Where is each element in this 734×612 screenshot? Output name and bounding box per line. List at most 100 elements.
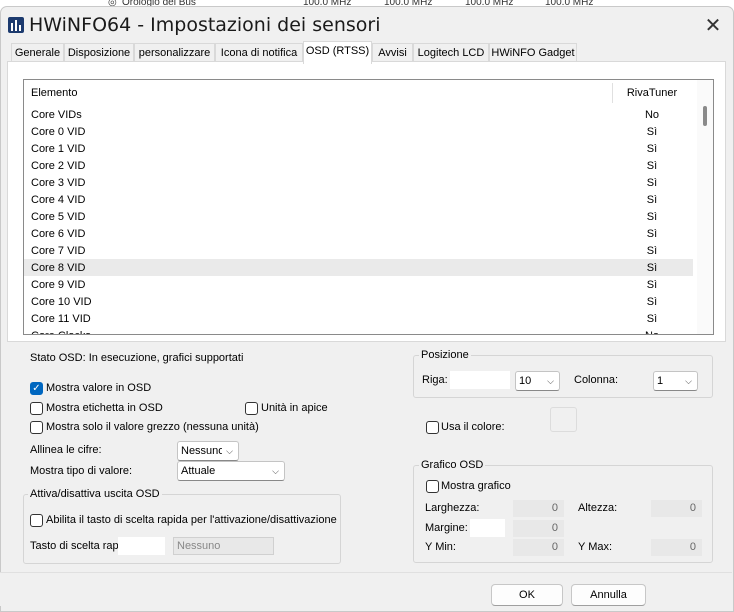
list-item-rivatuner-value[interactable]: Sì [612,313,692,325]
list-item[interactable]: Core 0 VID Sì [24,123,693,140]
list-item[interactable]: Core 3 VID Sì [24,174,693,191]
margin-label-field [470,519,505,537]
column-select[interactable]: 1 ⌵ [653,371,698,391]
list-item[interactable]: Core VIDs No [24,106,693,123]
list-item-name: Core 10 VID [31,296,92,308]
show-label-checkbox[interactable] [30,402,43,415]
position-group-title: Posizione [419,349,471,361]
align-digits-select[interactable]: Nessuno ⌵ [177,441,239,461]
tab-generale[interactable]: Generale [11,43,64,63]
list-item-name: Core 2 VID [31,160,86,172]
cancel-button[interactable]: Annulla [571,584,646,606]
list-item-name: Core 9 VID [31,279,86,291]
list-item-rivatuner-value[interactable]: Sì [612,177,692,189]
list-item-name: Core Clocks [31,330,91,334]
list-item-rivatuner-value[interactable]: Sì [612,245,692,257]
ymax-label: Y Max: [578,541,613,553]
margin-label: Margine: [425,522,468,534]
list-item[interactable]: Core 11 VID Sì [24,310,693,327]
tab-avvisi[interactable]: Avvisi [372,43,413,63]
list-item-name: Core 4 VID [31,194,86,206]
list-item-rivatuner-value[interactable]: Sì [612,228,692,240]
list-item-name: Core 0 VID [31,126,86,138]
list-header: Elemento RivaTuner [24,80,694,104]
use-color-checkbox[interactable] [426,421,439,434]
chevron-down-icon: ⌵ [226,446,233,456]
list-item[interactable]: Core 2 VID Sì [24,157,693,174]
ymin-input[interactable]: 0 [513,539,564,556]
list-item-name: Core 1 VID [31,143,86,155]
list-item[interactable]: Core 8 VID Sì [24,259,693,276]
color-swatch-button[interactable] [550,407,577,432]
list-item[interactable]: Core Clocks No [24,327,693,334]
row-label-field [450,371,510,389]
list-item-rivatuner-value[interactable]: Sì [612,262,692,274]
list-item-rivatuner-value[interactable]: Sì [612,143,692,155]
chevron-down-icon: ⌵ [685,376,692,386]
raw-only-label[interactable]: Mostra solo il valore grezzo (nessuna un… [46,421,259,433]
ymax-input[interactable]: 0 [651,539,702,556]
list-item-rivatuner-value[interactable]: No [612,330,692,334]
list-item-rivatuner-value[interactable]: No [612,109,692,121]
list-item[interactable]: Core 9 VID Sì [24,276,693,293]
list-item[interactable]: Core 4 VID Sì [24,191,693,208]
ymin-label: Y Min: [425,541,456,553]
list-item-name: Core 6 VID [31,228,86,240]
hotkey-input[interactable]: Nessuno [173,537,274,555]
osd-toggle-group-title: Attiva/disattiva uscita OSD [28,488,162,500]
list-item[interactable]: Core 5 VID Sì [24,208,693,225]
list-item-name: Core 5 VID [31,211,86,223]
list-item-rivatuner-value[interactable]: Sì [612,211,692,223]
margin-input[interactable]: 0 [513,520,564,537]
align-digits-label: Allinea le cifre: [30,444,102,456]
list-item[interactable]: Core 10 VID Sì [24,293,693,310]
list-item-rivatuner-value[interactable]: Sì [612,126,692,138]
show-label-label[interactable]: Mostra etichetta in OSD [46,402,163,414]
unit-superscript-label[interactable]: Unità in apice [261,402,328,414]
list-item[interactable]: Core 1 VID Sì [24,140,693,157]
show-value-checkbox[interactable]: ✓ [30,382,43,395]
close-button[interactable]: ✕ [695,11,731,41]
scroll-thumb[interactable] [703,106,707,126]
show-graph-checkbox[interactable] [426,480,439,493]
sensor-list[interactable]: Elemento RivaTuner Core VIDs No Core 0 VID… [23,79,714,335]
show-graph-label[interactable]: Mostra grafico [441,480,511,492]
list-item-rivatuner-value[interactable]: Sì [612,279,692,291]
list-item[interactable]: Core 6 VID Sì [24,225,693,242]
tab-icona-notifica[interactable]: Icona di notifica [215,43,303,63]
value-type-select[interactable]: Attuale ⌵ [177,461,285,481]
hotkey-enable-label[interactable]: Abilita il tasto di scelta rapida per l'… [46,514,337,526]
list-item-rivatuner-value[interactable]: Sì [612,194,692,206]
hotkey-label-field [118,537,165,555]
chevron-down-icon: ⌵ [272,466,279,476]
height-label: Altezza: [578,502,618,514]
list-item-rivatuner-value[interactable]: Sì [612,296,692,308]
checkmark-icon: ✓ [32,383,41,394]
tab-hwinfo-gadget[interactable]: HWiNFO Gadget [489,43,577,63]
row-select[interactable]: 10 ⌵ [515,371,560,391]
list-item-name: Core 11 VID [31,313,91,325]
window-title: HWiNFO64 - Impostazioni dei sensori [29,14,381,36]
row-value: 10 [519,375,532,387]
close-icon: ✕ [704,15,722,37]
align-digits-value: Nessuno [181,445,222,457]
column-header-rivatuner[interactable]: RivaTuner [612,87,692,99]
raw-only-checkbox[interactable] [30,421,43,434]
list-item[interactable]: Core 7 VID Sì [24,242,693,259]
tab-osd-rtss[interactable]: OSD (RTSS) [303,41,372,64]
ok-button[interactable]: OK [491,584,563,606]
tab-personalizzare[interactable]: personalizzare [134,43,215,63]
value-type-label: Mostra tipo di valore: [30,465,133,477]
width-input[interactable]: 0 [513,500,564,517]
column-header-element[interactable]: Elemento [31,87,77,99]
tab-disposizione[interactable]: Disposizione [64,43,134,63]
show-value-label[interactable]: Mostra valore in OSD [46,382,151,394]
use-color-label[interactable]: Usa il colore: [441,421,505,433]
hotkey-enable-checkbox[interactable] [30,514,43,527]
unit-superscript-checkbox[interactable] [245,402,258,415]
list-scrollbar[interactable] [697,80,713,334]
chevron-down-icon: ⌵ [547,376,554,386]
height-input[interactable]: 0 [651,500,702,517]
tab-logitech-lcd[interactable]: Logitech LCD [413,43,489,63]
list-item-rivatuner-value[interactable]: Sì [612,160,692,172]
